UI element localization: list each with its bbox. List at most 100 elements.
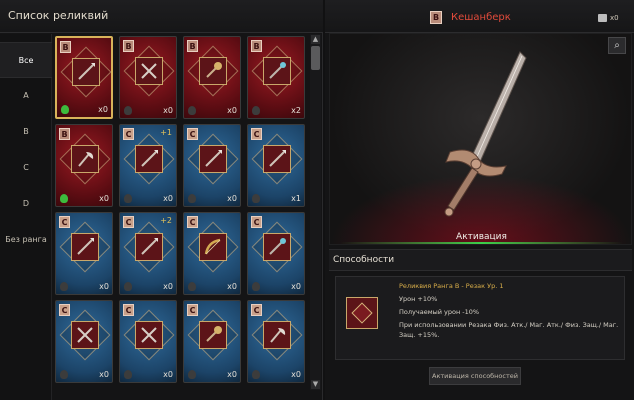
card-quantity: x0 — [163, 194, 173, 203]
relic-card[interactable]: Cx0 — [183, 212, 241, 295]
card-quantity: x0 — [99, 282, 109, 291]
status-icon — [124, 106, 132, 115]
ability-name: Реликвия Ранга B - Резак Ур. 1 — [399, 282, 504, 290]
status-icon — [124, 370, 132, 379]
bow-icon — [199, 233, 227, 261]
activation-bar — [340, 242, 623, 244]
spear-icon — [135, 145, 163, 173]
rank-badge: B — [430, 11, 442, 24]
rank-badge: C — [251, 304, 262, 316]
card-quantity: x0 — [163, 370, 173, 379]
status-icon — [60, 282, 68, 291]
scroll-thumb[interactable] — [311, 46, 320, 70]
cross-icon — [71, 321, 99, 349]
relic-card[interactable]: Cx0 — [183, 300, 241, 383]
status-icon — [252, 106, 260, 115]
rank-badge: C — [123, 216, 134, 228]
rank-badge: C — [59, 216, 70, 228]
ability-line: Защ. +15%. — [399, 331, 440, 339]
rank-badge: C — [187, 216, 198, 228]
status-icon — [188, 106, 196, 115]
rank-badge: C — [123, 304, 134, 316]
cross-icon — [135, 321, 163, 349]
relic-card[interactable]: Bx0 — [119, 36, 177, 119]
status-icon — [188, 282, 196, 291]
spear-icon — [263, 145, 291, 173]
card-quantity: x0 — [227, 106, 237, 115]
rank-badge: C — [251, 216, 262, 228]
relic-card[interactable]: Cx0 — [247, 212, 305, 295]
cross-icon — [135, 57, 163, 85]
activate-abilities-button[interactable]: Активация способностей — [429, 367, 521, 385]
mace-icon — [199, 321, 227, 349]
category-a[interactable]: A — [0, 78, 52, 114]
relic-card[interactable]: Cx0 — [119, 300, 177, 383]
card-quantity: x0 — [291, 282, 301, 291]
relic-list-header: Список реликвий — [0, 0, 323, 33]
mace-icon — [199, 57, 227, 85]
rank-badge: B — [187, 40, 198, 52]
relic-card[interactable]: Bx2 — [247, 36, 305, 119]
rank-badge: B — [59, 128, 70, 140]
card-quantity: x0 — [227, 194, 237, 203]
rank-badge: B — [123, 40, 134, 52]
status-icon — [252, 370, 260, 379]
relic-grid: Bx0 Bx0 Bx0 Bx2 Bx0 Cx0 +1 Cx0 Cx1 Cx0 Cx0 +2 Cx0 Cx0… — [55, 34, 308, 400]
status-icon — [124, 194, 132, 203]
rank-badge: C — [187, 128, 198, 140]
relic-detail-header: B Кешанберк x0 — [325, 0, 634, 33]
card-quantity: x1 — [291, 194, 301, 203]
relic-card[interactable]: Cx1 — [247, 124, 305, 207]
zoom-icon[interactable]: ⌕ — [608, 37, 626, 54]
category-unranked[interactable]: Без ранга — [0, 222, 52, 258]
status-icon — [61, 105, 69, 114]
status-icon — [60, 370, 68, 379]
status-icon — [188, 370, 196, 379]
relic-list-panel: Список реликвий Все A B C D Без ранга Bx… — [0, 0, 323, 400]
relic-card[interactable]: Bx0 — [183, 36, 241, 119]
relic-card[interactable]: Cx0 — [55, 212, 113, 295]
rank-badge: C — [251, 128, 262, 140]
relic-card[interactable]: Cx0 +1 — [119, 124, 177, 207]
staff-icon — [263, 233, 291, 261]
card-quantity: x0 — [227, 370, 237, 379]
rank-badge: C — [59, 304, 70, 316]
relic-card[interactable]: Bx0 — [55, 36, 113, 119]
axe-icon — [263, 321, 291, 349]
owned-count: x0 — [610, 14, 619, 22]
ability-card: Реликвия Ранга B - Резак Ур. 1 Урон +10%… — [335, 276, 625, 360]
staff-icon — [263, 57, 291, 85]
relic-preview: ⌕ Активация — [329, 33, 632, 245]
status-icon — [252, 282, 260, 291]
grid-scrollbar[interactable]: ▲ ▼ — [310, 34, 321, 390]
axe-icon — [71, 145, 99, 173]
card-upgrade: +2 — [160, 216, 172, 225]
scroll-down-icon[interactable]: ▼ — [311, 380, 320, 389]
card-quantity: x2 — [291, 106, 301, 115]
card-quantity: x0 — [98, 105, 108, 114]
card-quantity: x0 — [99, 194, 109, 203]
ability-line: Получаемый урон -10% — [399, 308, 480, 316]
relic-card[interactable]: Cx0 — [55, 300, 113, 383]
card-quantity: x0 — [163, 282, 173, 291]
sword-icon — [444, 51, 527, 217]
relic-card[interactable]: Cx0 — [247, 300, 305, 383]
relic-card[interactable]: Bx0 — [55, 124, 113, 207]
relic-card[interactable]: Cx0 — [183, 124, 241, 207]
card-upgrade: +1 — [160, 128, 172, 137]
scroll-up-icon[interactable]: ▲ — [311, 35, 320, 44]
rank-badge: B — [60, 41, 71, 53]
spear-icon — [72, 58, 100, 86]
spear-icon — [71, 233, 99, 261]
card-quantity: x0 — [291, 370, 301, 379]
activation-label: Активация — [456, 232, 507, 242]
category-b[interactable]: B — [0, 114, 52, 150]
relic-card[interactable]: Cx0 +2 — [119, 212, 177, 295]
category-c[interactable]: C — [0, 150, 52, 186]
card-quantity: x0 — [227, 282, 237, 291]
bag-icon — [598, 14, 607, 22]
status-icon — [188, 194, 196, 203]
rank-badge: B — [251, 40, 262, 52]
category-all[interactable]: Все — [0, 42, 52, 78]
category-d[interactable]: D — [0, 186, 52, 222]
